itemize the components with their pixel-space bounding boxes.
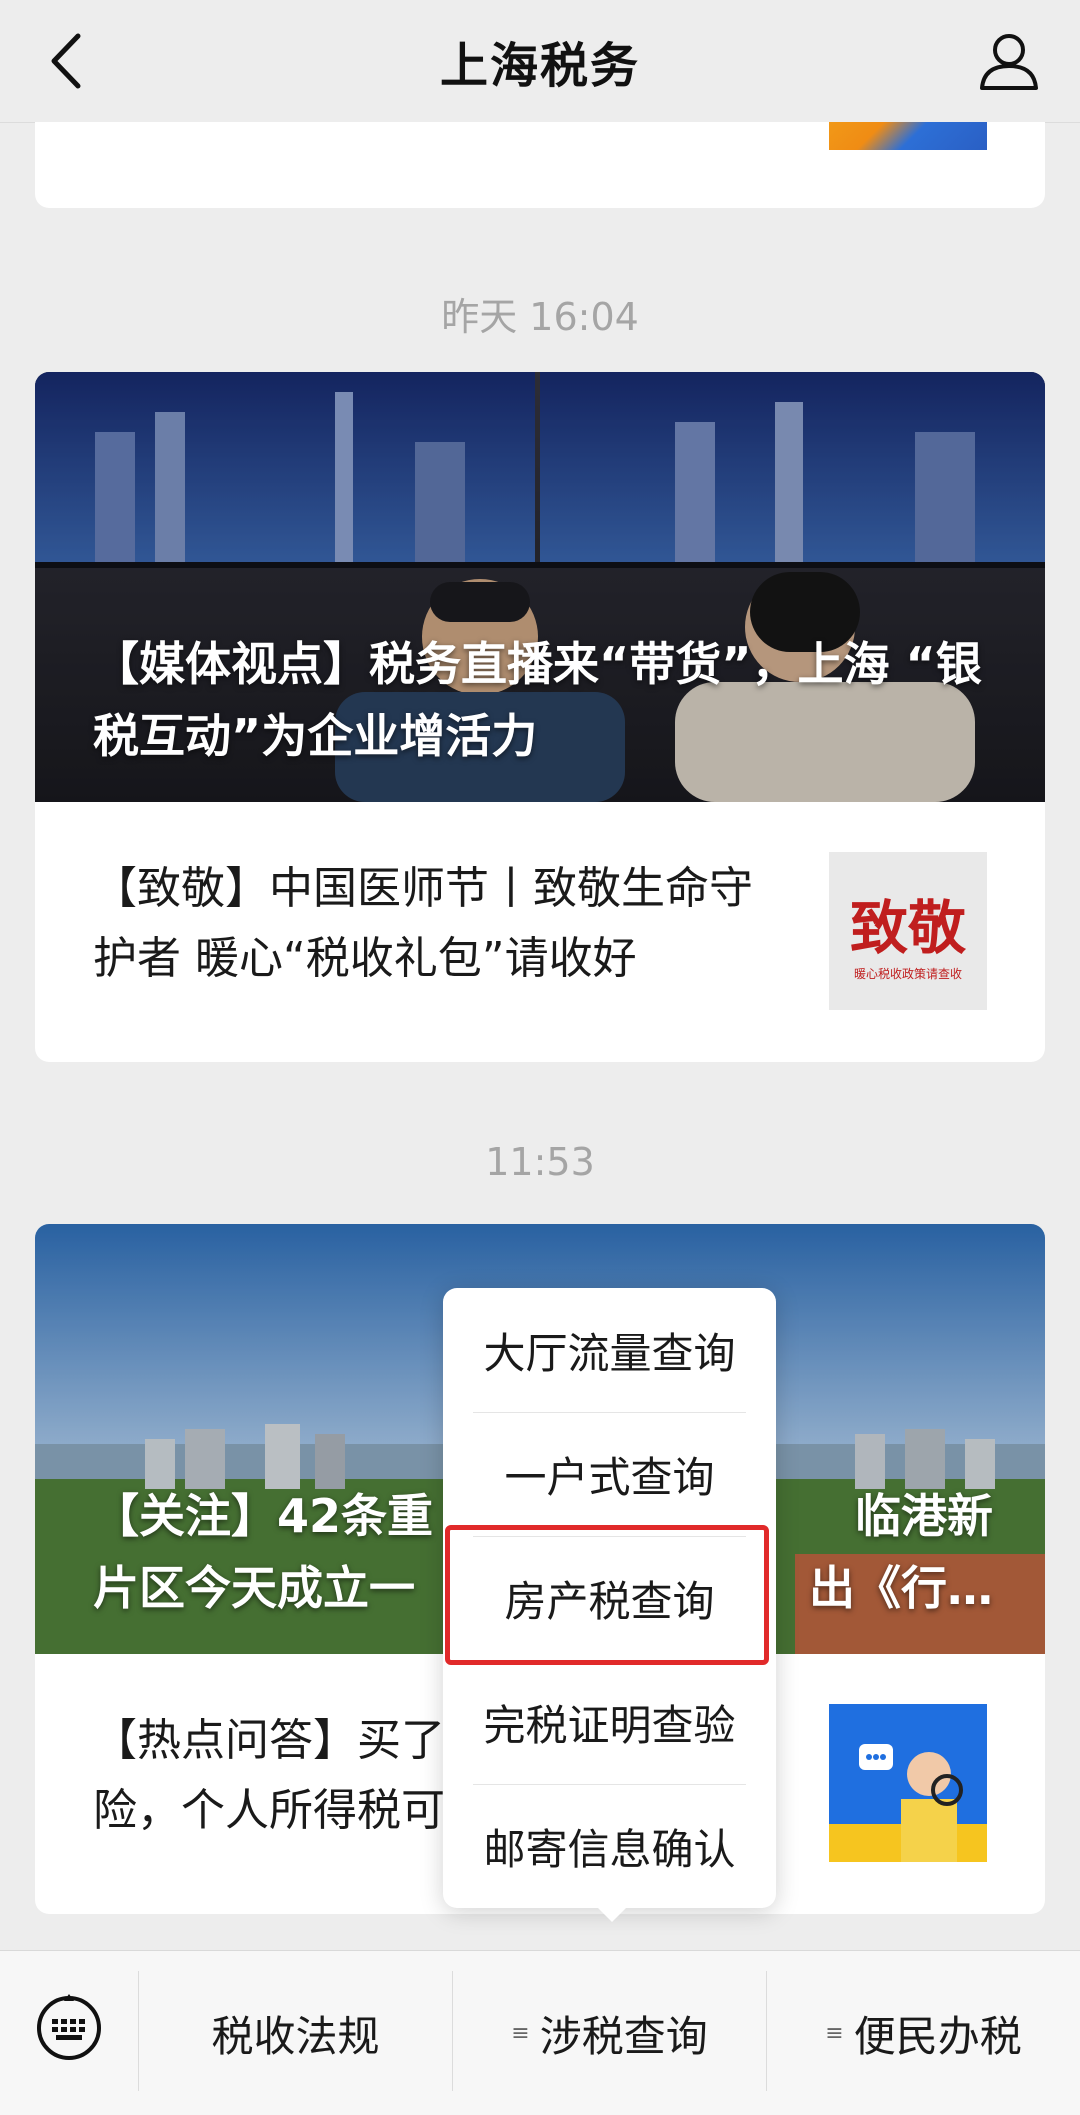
menu-list-icon: ≡ bbox=[825, 2020, 844, 2046]
bottom-menu-bar: 税收法规 ≡ 涉税查询 ≡ 便民办税 bbox=[0, 1950, 1080, 2115]
menu-tax-regulations[interactable]: 税收法规 bbox=[139, 1951, 452, 2115]
menu-item-hall-traffic-query[interactable]: 大厅流量查询 bbox=[473, 1288, 746, 1412]
hero-title: 【媒体视点】税务直播来“带货”，上海 “银税互动”为企业增活力 bbox=[93, 637, 982, 763]
article-thumbnail: 致敬 暖心税收政策请查收 bbox=[829, 852, 987, 1010]
highlight-box bbox=[445, 1525, 769, 1665]
keyboard-icon[interactable] bbox=[34, 1993, 104, 2063]
article-thumbnail bbox=[829, 122, 987, 150]
timestamp: 11:53 bbox=[485, 1140, 595, 1184]
thumbnail-caption: 暖心税收政策请查收 bbox=[853, 966, 962, 981]
menu-item-mailing-info-confirm[interactable]: 邮寄信息确认 bbox=[473, 1784, 746, 1908]
thumbnail-headline: 致敬 bbox=[849, 893, 966, 962]
article-card: 【媒体视点】税务直播来“带货”，上海 “银税互动”为企业增活力 【致敬】中国医师… bbox=[35, 372, 1045, 1062]
menu-item-one-stop-query[interactable]: 一户式查询 bbox=[473, 1412, 746, 1536]
top-navigation-bar: 上海税务 bbox=[0, 0, 1080, 123]
timestamp: 昨天 16:04 bbox=[441, 295, 639, 339]
popup-pointer bbox=[594, 1904, 630, 1922]
article-row[interactable]: 【致敬】中国医师节丨致敬生命守护者 暖心“税收礼包”请收好 致敬 暖心税收政策请… bbox=[35, 802, 1045, 1062]
article-thumbnail bbox=[829, 1704, 987, 1862]
article-card-partial[interactable] bbox=[35, 122, 1045, 208]
menu-item-tax-certificate-verify[interactable]: 完税证明查验 bbox=[473, 1660, 746, 1784]
menu-convenient-tax[interactable]: ≡ 便民办税 bbox=[767, 1951, 1080, 2115]
menu-list-icon: ≡ bbox=[511, 2020, 530, 2046]
article-title: 【致敬】中国医师节丨致敬生命守护者 暖心“税收礼包”请收好 bbox=[93, 863, 753, 984]
menu-tax-query[interactable]: ≡ 涉税查询 bbox=[453, 1951, 766, 2115]
profile-icon[interactable] bbox=[974, 26, 1044, 96]
article-hero[interactable]: 【媒体视点】税务直播来“带货”，上海 “银税互动”为企业增活力 bbox=[35, 372, 1045, 802]
page-title: 上海税务 bbox=[439, 38, 640, 94]
back-arrow-icon[interactable] bbox=[36, 26, 106, 96]
